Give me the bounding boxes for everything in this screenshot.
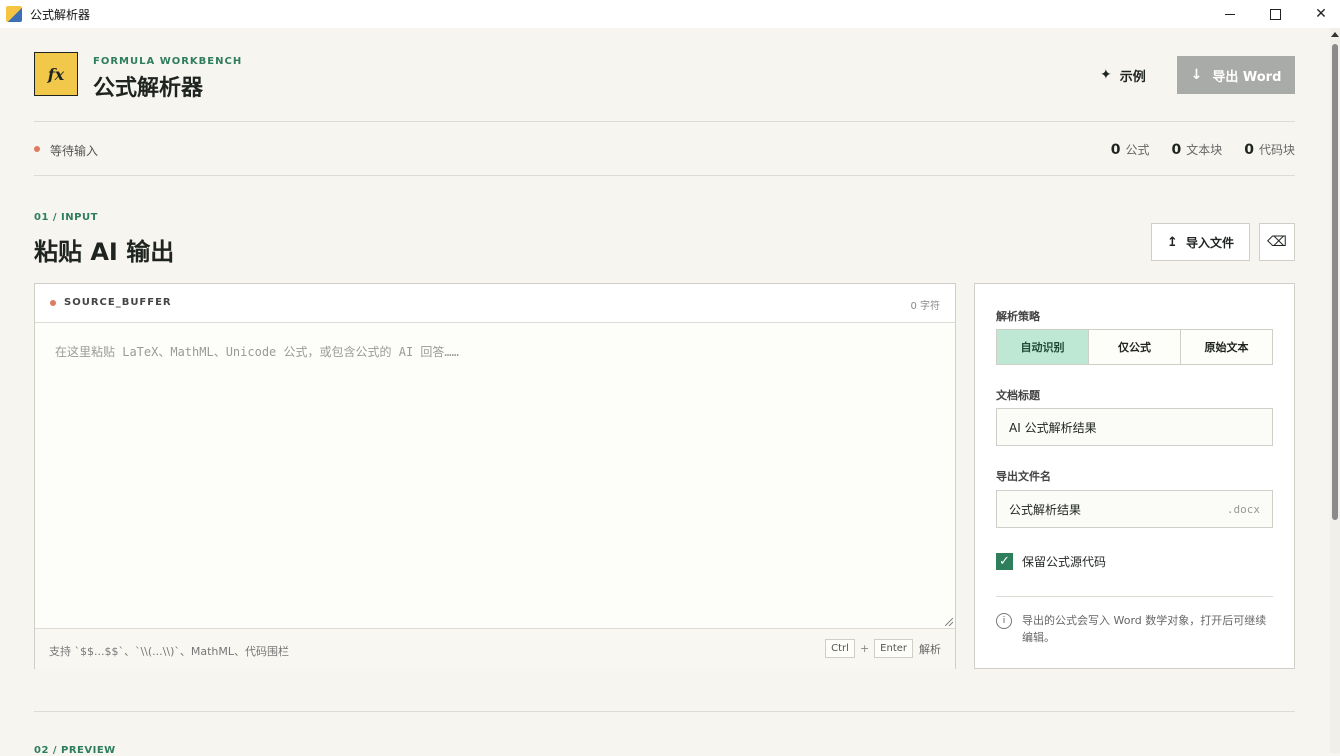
example-button[interactable]: ✦ 示例 bbox=[1100, 62, 1146, 88]
count-text-blocks: 0 文本块 bbox=[1171, 142, 1223, 158]
count-code-blocks: 0 代码块 bbox=[1244, 142, 1295, 158]
scroll-up-icon[interactable] bbox=[1331, 32, 1339, 37]
doc-title-field bbox=[996, 408, 1273, 446]
doc-title-input[interactable] bbox=[997, 409, 1272, 445]
shortcut-hint: Ctrl + Enter 解析 bbox=[825, 639, 941, 658]
info-text: 导出的公式会写入 Word 数学对象，打开后可继续编辑。 bbox=[1022, 614, 1267, 644]
divider bbox=[996, 596, 1273, 597]
minimize-icon bbox=[1225, 13, 1235, 15]
strategy-formula-only[interactable]: 仅公式 bbox=[1088, 330, 1180, 364]
import-label: 导入文件 bbox=[1185, 235, 1234, 250]
strategy-auto[interactable]: 自动识别 bbox=[997, 330, 1088, 364]
filename-label: 导出文件名 bbox=[996, 470, 1051, 483]
logo-text: fx bbox=[47, 64, 65, 84]
info-icon: i bbox=[996, 613, 1012, 629]
keep-source-label: 保留公式源代码 bbox=[1022, 555, 1107, 569]
editor-status-dot bbox=[50, 300, 56, 306]
section-title: 粘贴 AI 输出 bbox=[34, 238, 175, 266]
scrollbar-thumb[interactable] bbox=[1332, 44, 1338, 520]
editor-label: SOURCE_BUFFER bbox=[64, 297, 172, 308]
status-text: 等待输入 bbox=[50, 144, 99, 158]
syntax-hint: 支持 `$$...$$`、`\\(...\\)`、MathML、代码围栏 bbox=[49, 645, 290, 658]
window-titlebar: 公式解析器 bbox=[0, 0, 1340, 28]
resize-handle[interactable] bbox=[945, 618, 953, 626]
status-dot bbox=[34, 146, 40, 152]
clear-button[interactable]: ⌫ bbox=[1259, 223, 1295, 261]
window-title: 公式解析器 bbox=[30, 7, 91, 22]
editor-footer: 支持 `$$...$$`、`\\(...\\)`、MathML、代码围栏 Ctr… bbox=[35, 628, 955, 669]
close-icon: ✕ bbox=[1315, 6, 1327, 22]
minimize-button[interactable] bbox=[1207, 0, 1253, 28]
source-editor-panel: SOURCE_BUFFER 0 字符 支持 `$$...$$`、`\\(...\… bbox=[34, 283, 956, 669]
example-label: 示例 bbox=[1119, 69, 1146, 85]
strategy-raw-text[interactable]: 原始文本 bbox=[1180, 330, 1272, 364]
download-icon: ↓ bbox=[1190, 67, 1203, 83]
upload-icon: ↥ bbox=[1167, 234, 1178, 250]
keep-source-option[interactable]: ✓ 保留公式源代码 bbox=[996, 553, 1106, 570]
brand-kicker: FORMULA WORKBENCH bbox=[93, 56, 243, 67]
filename-extension: .docx bbox=[1226, 503, 1260, 516]
divider bbox=[34, 711, 1295, 712]
strategy-label: 解析策略 bbox=[996, 310, 1040, 323]
export-word-button[interactable]: ↓ 导出 Word bbox=[1177, 56, 1295, 94]
divider bbox=[34, 175, 1295, 176]
page-title: 公式解析器 bbox=[93, 76, 204, 101]
divider bbox=[34, 121, 1295, 122]
source-input[interactable] bbox=[35, 323, 955, 629]
preview-section-kicker: 02 / PREVIEW bbox=[34, 745, 116, 756]
count-formulas: 0 公式 bbox=[1110, 142, 1150, 158]
doc-title-label: 文档标题 bbox=[996, 389, 1040, 402]
strategy-selector: 自动识别 仅公式 原始文本 bbox=[996, 329, 1273, 365]
maximize-button[interactable] bbox=[1252, 0, 1298, 28]
stats-counts: 0 公式 0 文本块 0 代码块 bbox=[1089, 141, 1295, 158]
keep-source-checkbox[interactable]: ✓ bbox=[996, 553, 1013, 570]
maximize-icon bbox=[1269, 8, 1281, 20]
editor-header: SOURCE_BUFFER 0 字符 bbox=[35, 284, 955, 323]
info-note: i 导出的公式会写入 Word 数学对象，打开后可继续编辑。 bbox=[996, 612, 1273, 646]
sparkle-icon: ✦ bbox=[1100, 67, 1112, 83]
char-count: 0 字符 bbox=[910, 301, 940, 312]
kbd-enter: Enter bbox=[874, 639, 913, 658]
checkmark-icon: ✓ bbox=[999, 554, 1010, 569]
kbd-ctrl: Ctrl bbox=[825, 639, 855, 658]
logo: fx bbox=[34, 52, 78, 96]
export-label: 导出 Word bbox=[1212, 69, 1282, 85]
section-kicker: 01 / INPUT bbox=[34, 212, 98, 223]
filename-field: .docx bbox=[996, 490, 1273, 528]
app-icon bbox=[6, 6, 22, 22]
options-panel: 解析策略 自动识别 仅公式 原始文本 文档标题 导出文件名 .docx ✓ 保留… bbox=[974, 283, 1295, 669]
shortcut-action: 解析 bbox=[919, 642, 941, 656]
import-file-button[interactable]: ↥ 导入文件 bbox=[1151, 223, 1250, 261]
backspace-icon: ⌫ bbox=[1267, 234, 1287, 250]
close-button[interactable]: ✕ bbox=[1298, 0, 1340, 28]
kbd-plus: + bbox=[859, 642, 870, 655]
